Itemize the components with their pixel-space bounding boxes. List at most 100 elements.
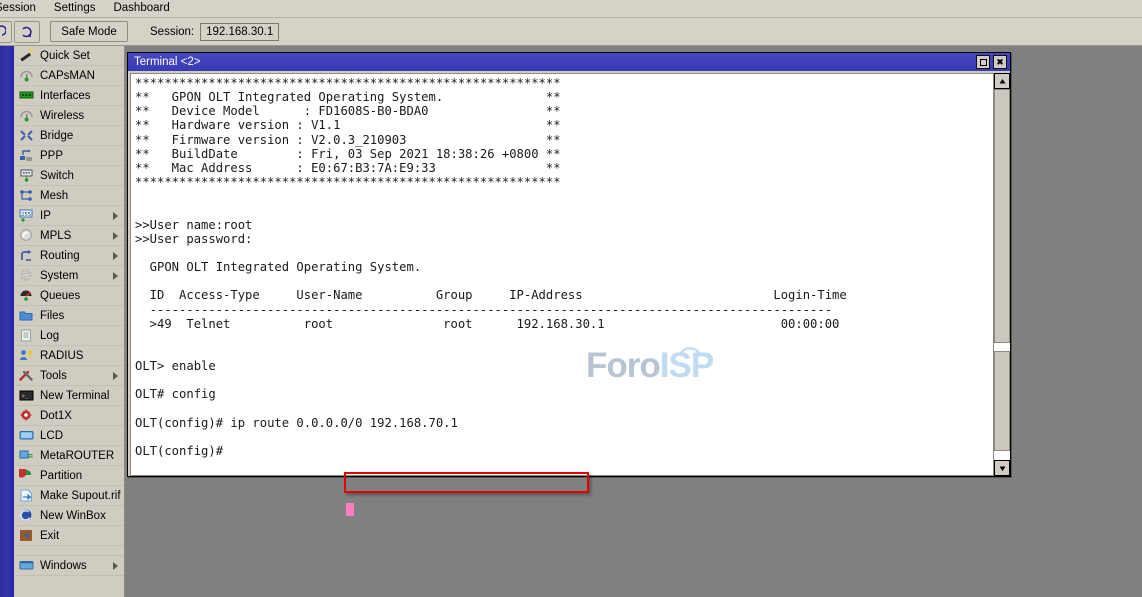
sidebar-item-new-winbox[interactable]: New WinBox (14, 506, 124, 526)
sidebar-item-lcd[interactable]: LCD (14, 426, 124, 446)
sidebar-item-label: Log (40, 330, 59, 342)
sidebar-item-dot1x[interactable]: Dot1X (14, 406, 124, 426)
sidebar-item-label: Partition (40, 470, 82, 482)
sidebar-item-partition[interactable]: Partition (14, 466, 124, 486)
window-icon-glyph (19, 559, 34, 572)
menu-item-dashboard[interactable]: Dashboard (104, 0, 178, 17)
sidebar-item-tools[interactable]: Tools (14, 366, 124, 386)
tools-icon (18, 369, 34, 383)
chevron-right-icon (113, 232, 118, 240)
partition-icon-glyph (19, 469, 34, 482)
sidebar-item-radius[interactable]: RADIUS (14, 346, 124, 366)
undo-arrow-glyph (0, 25, 6, 39)
maximize-icon[interactable] (976, 55, 990, 69)
sidebar-item-label: System (40, 270, 78, 282)
menu-item-session[interactable]: Session (0, 0, 45, 17)
sidebar-item-queues[interactable]: Queues (14, 286, 124, 306)
session-address-field[interactable]: 192.168.30.1 (200, 23, 279, 41)
sidebar-item-label: Bridge (40, 130, 73, 142)
close-icon[interactable]: ✖ (993, 55, 1007, 69)
session-label: Session: (150, 26, 194, 38)
sidebar-item-label: RADIUS (40, 350, 83, 362)
sidebar-item-mpls[interactable]: MPLS (14, 226, 124, 246)
sidebar-item-system[interactable]: System (14, 266, 124, 286)
winbox-icon-glyph (19, 509, 34, 522)
queues-icon-glyph (19, 289, 34, 302)
sidebar-item-mesh[interactable]: Mesh (14, 186, 124, 206)
sidebar-item-metarouter[interactable]: MetaROUTER (14, 446, 124, 466)
redo-arrow-icon[interactable] (14, 21, 40, 43)
sidebar-item-new-terminal[interactable]: >_New Terminal (14, 386, 124, 406)
sidebar-item-label: Routing (40, 250, 80, 262)
sidebar-item-exit[interactable]: Exit (14, 526, 124, 546)
lcd-icon-glyph (19, 429, 34, 442)
menu-bar: Session Settings Dashboard (0, 0, 1142, 18)
scrollbar-thumb[interactable] (994, 89, 1010, 343)
terminal-window: Terminal <2> ✖ *************************… (127, 52, 1011, 477)
sidebar-item-label: Interfaces (40, 90, 91, 102)
terminal-vertical-scrollbar[interactable] (993, 73, 1009, 476)
log-icon (18, 329, 34, 343)
terminal-output-area[interactable]: ****************************************… (130, 73, 1010, 476)
dot1x-icon (18, 409, 34, 423)
lcd-icon (18, 429, 34, 443)
sidebar-item-label: PPP (40, 150, 63, 162)
winbox-icon (18, 509, 34, 523)
safe-mode-button[interactable]: Safe Mode (50, 21, 128, 42)
main-toolbar: Safe Mode Session: 192.168.30.1 (0, 18, 1142, 46)
sidebar-item-bridge[interactable]: Bridge (14, 126, 124, 146)
terminal-text: ****************************************… (135, 76, 847, 458)
folder-icon-glyph (19, 309, 34, 322)
sidebar-item-windows[interactable]: Windows (14, 556, 124, 576)
scroll-down-icon[interactable] (994, 460, 1010, 476)
scrollbar-thumb-lower[interactable] (994, 351, 1010, 451)
window-control-buttons: ✖ (976, 55, 1007, 69)
gear-icon-glyph (19, 269, 34, 282)
scroll-up-icon[interactable] (994, 73, 1010, 89)
sidebar-item-ip[interactable]: 255 IP (14, 206, 124, 226)
terminal-icon-glyph: >_ (19, 389, 34, 402)
sidebar-separator (14, 546, 124, 556)
exit-icon-glyph (19, 529, 34, 542)
sidebar-item-label: CAPsMAN (40, 70, 95, 82)
chevron-right-icon (113, 212, 118, 220)
ppp-icon-glyph (19, 149, 34, 162)
terminal-icon: >_ (18, 389, 34, 403)
switch-icon-glyph (19, 169, 34, 182)
mpls-icon (18, 229, 34, 243)
sidebar-item-quick-set[interactable]: Quick Set (14, 46, 124, 66)
undo-arrow-icon[interactable] (0, 21, 12, 43)
sidebar-item-ppp[interactable]: PPP (14, 146, 124, 166)
sidebar-item-files[interactable]: Files (14, 306, 124, 326)
radius-user-icon (18, 349, 34, 363)
sidebar-item-label: Files (40, 310, 64, 322)
bridge-icon-glyph (19, 129, 34, 142)
routing-icon (18, 249, 34, 263)
svg-text:255: 255 (21, 212, 31, 218)
metarouter-icon (18, 449, 34, 463)
sidebar-item-label: New WinBox (40, 510, 106, 522)
menu-item-settings[interactable]: Settings (45, 0, 105, 17)
sidebar-item-label: Wireless (40, 110, 84, 122)
sidebar-item-make-supout-rif[interactable]: Make Supout.rif (14, 486, 124, 506)
sidebar-item-wireless[interactable]: Wireless (14, 106, 124, 126)
antenna-icon-glyph (19, 69, 34, 82)
sidebar-item-switch[interactable]: Switch (14, 166, 124, 186)
sidebar-item-label: Queues (40, 290, 80, 302)
sidebar-item-log[interactable]: Log (14, 326, 124, 346)
sidebar-item-capsman[interactable]: CAPsMAN (14, 66, 124, 86)
sidebar-item-label: Mesh (40, 190, 68, 202)
scroll-up-glyph (998, 77, 1007, 86)
scroll-down-glyph (998, 464, 1007, 473)
mpls-icon-glyph (19, 229, 34, 242)
routing-icon-glyph (19, 249, 34, 262)
sidebar-item-label: IP (40, 210, 51, 222)
scrollbar-track[interactable] (994, 89, 1010, 460)
wand-icon-glyph (19, 49, 34, 62)
sidebar-item-interfaces[interactable]: Interfaces (14, 86, 124, 106)
sidebar-menu: Quick Set CAPsMAN Interfaces Wireless Bridge… (14, 46, 125, 597)
winbox-brand-strip: WinBox (0, 46, 14, 597)
terminal-cursor (346, 503, 354, 516)
sidebar-item-routing[interactable]: Routing (14, 246, 124, 266)
terminal-title-bar[interactable]: Terminal <2> ✖ (128, 53, 1010, 71)
